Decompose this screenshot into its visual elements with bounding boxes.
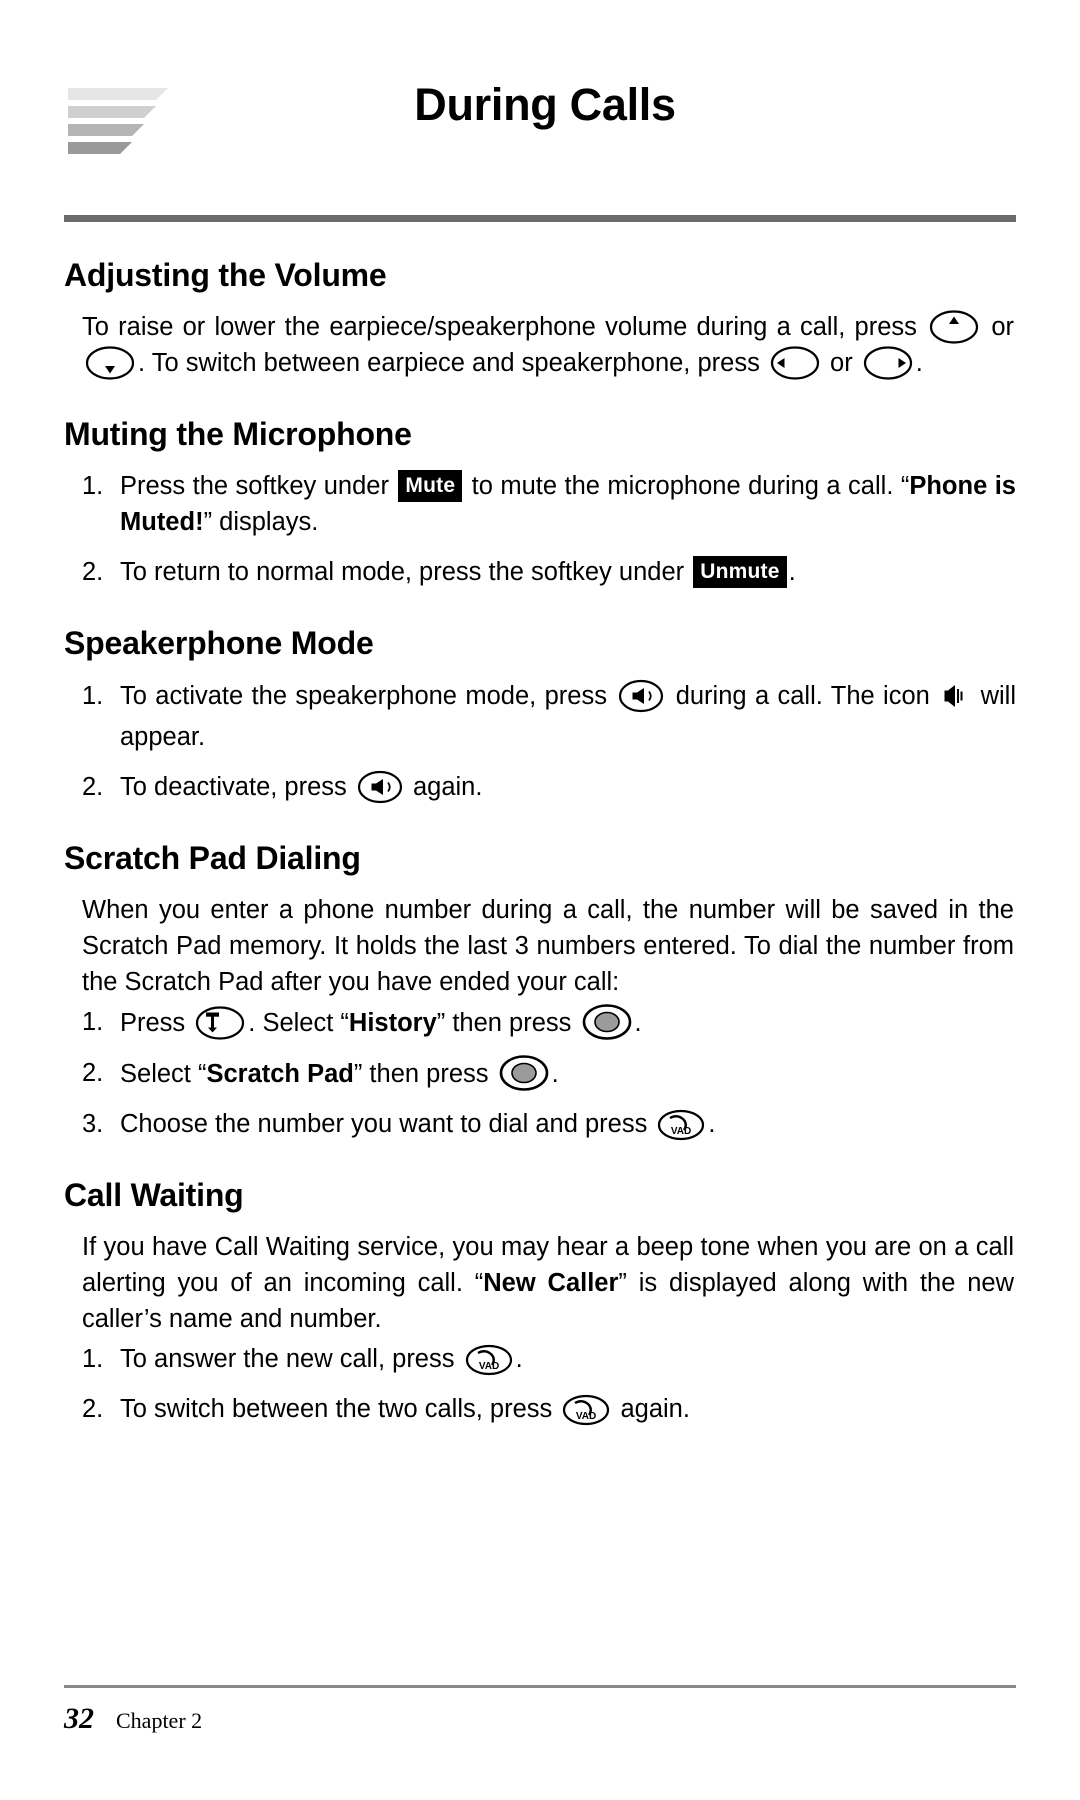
- step-number: 2.: [82, 1058, 104, 1087]
- vad-send-key-icon: VAD: [657, 1109, 705, 1141]
- step-number: 1.: [82, 472, 104, 501]
- speakerphone-key-icon: [618, 679, 664, 713]
- text-fragment: To return to normal mode, press the soft…: [120, 558, 692, 587]
- text-fragment: Press the softkey under: [120, 472, 397, 501]
- manual-page: During Calls Adjusting the Volume To rai…: [0, 0, 1080, 1800]
- text-fragment: Press: [120, 1008, 193, 1037]
- text-fragment: ” then press: [436, 1008, 579, 1037]
- text-fragment: . To switch between earpiece and speaker…: [138, 349, 767, 378]
- text-fragment: To activate the speakerphone mode, press: [120, 681, 616, 710]
- chapter-label: Chapter 2: [116, 1708, 203, 1733]
- list-item: 2. Select “Scratch Pad” then press .: [82, 1054, 1016, 1092]
- list-item: 1. To activate the speakerphone mode, pre…: [82, 678, 1016, 755]
- speakerphone-key-icon: [357, 770, 403, 804]
- call-waiting-paragraph: If you have Call Waiting service, you ma…: [82, 1229, 1016, 1337]
- page-number: 32: [64, 1702, 94, 1735]
- list-item: 2. To deactivate, press again.: [82, 769, 1016, 805]
- page-footer: 32 Chapter 2: [64, 1685, 1016, 1736]
- text-fragment: Choose the number you want to dial and p…: [120, 1109, 655, 1138]
- text-fragment: to mute the microphone during a call. “: [464, 472, 910, 501]
- page-title: During Calls: [414, 79, 676, 130]
- menu-key-icon: [195, 1006, 245, 1040]
- text-fragment: .: [551, 1059, 559, 1088]
- nav-down-key-icon: [85, 346, 135, 380]
- step-number: 1.: [82, 1344, 104, 1373]
- text-fragment: or: [982, 313, 1014, 342]
- text-fragment: To raise or lower the earpiece/speakerph…: [82, 313, 927, 342]
- muting-the-microphone-steps: 1. Press the softkey under Mute to mute t…: [64, 468, 1016, 590]
- page-header: During Calls: [64, 0, 1016, 192]
- nav-up-key-icon: [929, 310, 979, 344]
- step-number: 3.: [82, 1109, 104, 1138]
- text-emphasis: Scratch Pad: [206, 1059, 354, 1088]
- text-fragment: again.: [405, 772, 483, 801]
- step-number: 1.: [82, 681, 104, 710]
- footer-divider: [64, 1685, 1016, 1688]
- mute-softkey-badge: Mute: [398, 470, 463, 503]
- section-title-adjusting-the-volume: Adjusting the Volume: [64, 257, 387, 293]
- vad-send-key-icon: VAD: [562, 1394, 610, 1426]
- adjusting-the-volume-paragraph: To raise or lower the earpiece/speakerph…: [82, 309, 1016, 381]
- text-fragment: Select “: [120, 1059, 207, 1088]
- text-fragment: ” then press: [353, 1059, 496, 1088]
- nav-right-key-icon: [863, 346, 913, 380]
- scratch-pad-dialing-paragraph: When you enter a phone number during a c…: [82, 895, 1014, 996]
- section-title-call-waiting: Call Waiting: [64, 1176, 244, 1213]
- text-emphasis: New Caller: [483, 1268, 619, 1297]
- svg-text:VAD: VAD: [576, 1411, 596, 1422]
- text-fragment: .: [788, 558, 796, 587]
- step-number: 2.: [82, 772, 104, 801]
- step-number: 1.: [82, 1007, 104, 1036]
- step-number: 2.: [82, 558, 104, 587]
- text-fragment: .: [634, 1008, 642, 1037]
- chevron-stack-logo-icon: [68, 88, 180, 160]
- ok-key-icon: [499, 1054, 549, 1091]
- text-emphasis: History: [348, 1008, 437, 1037]
- text-fragment: To switch between the two calls, press: [120, 1394, 560, 1423]
- text-fragment: To answer the new call, press: [120, 1344, 462, 1373]
- text-fragment: ” displays.: [203, 508, 319, 537]
- text-fragment: To deactivate, press: [120, 772, 354, 801]
- list-item: 2. To return to normal mode, press the so…: [82, 554, 1016, 590]
- text-fragment: . Select “: [248, 1008, 349, 1037]
- step-number: 2.: [82, 1394, 104, 1423]
- speakerphone-mode-steps: 1. To activate the speakerphone mode, pre…: [64, 678, 1016, 805]
- text-fragment: .: [915, 349, 923, 378]
- speaker-indicator-icon: [943, 683, 967, 719]
- nav-left-key-icon: [770, 346, 820, 380]
- call-waiting-steps: 1. To answer the new call, press VAD. 2. T…: [64, 1341, 1016, 1427]
- text-fragment: .: [515, 1344, 523, 1373]
- section-title-speakerphone-mode: Speakerphone Mode: [64, 625, 374, 662]
- ok-key-icon: [582, 1003, 632, 1040]
- text-fragment: again.: [613, 1394, 690, 1423]
- section-title-muting-the-microphone: Muting the Microphone: [64, 416, 412, 453]
- vad-send-key-icon: VAD: [465, 1344, 513, 1376]
- text-fragment: during a call. The icon: [667, 681, 939, 710]
- list-item: 1. Press the softkey under Mute to mute t…: [82, 468, 1016, 540]
- section-title-scratch-pad-dialing: Scratch Pad Dialing: [64, 839, 361, 876]
- footer-row: 32 Chapter 2: [64, 1702, 1016, 1736]
- text-fragment: or: [822, 349, 860, 378]
- svg-text:VAD: VAD: [671, 1126, 691, 1137]
- list-item: 1. To answer the new call, press VAD.: [82, 1341, 1016, 1377]
- header-divider: [64, 215, 1016, 222]
- unmute-softkey-badge: Unmute: [693, 556, 787, 589]
- scratch-pad-dialing-steps: 1. Press . Select “History” then press . …: [64, 1003, 1016, 1142]
- svg-text:VAD: VAD: [478, 1361, 498, 1372]
- list-item: 1. Press . Select “History” then press .: [82, 1003, 1016, 1041]
- list-item: 2. To switch between the two calls, press…: [82, 1391, 1016, 1427]
- list-item: 3. Choose the number you want to dial and…: [82, 1106, 1016, 1142]
- text-fragment: .: [708, 1109, 716, 1138]
